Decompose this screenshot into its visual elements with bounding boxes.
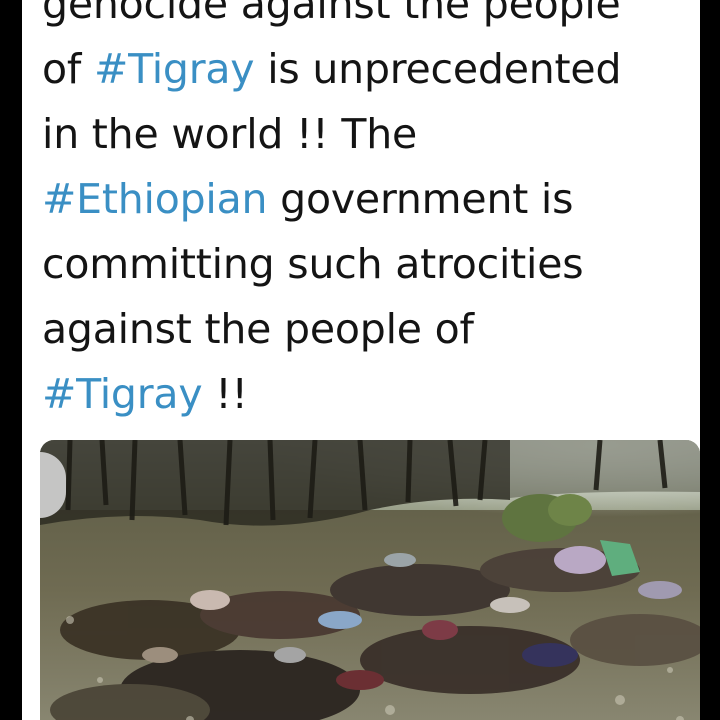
text-run: in the world !! The <box>42 110 418 158</box>
text-run: genocide against the people <box>42 0 621 28</box>
text-run: committing such atrocities <box>42 240 584 288</box>
screenshot-frame: genocide against the people of #Tigray i… <box>0 0 720 720</box>
tweet-line: in the world !! The <box>42 102 692 167</box>
hashtag-link-ethiopian[interactable]: #Ethiopian <box>42 175 268 223</box>
text-run: of <box>42 45 94 93</box>
tweet-line: #Ethiopian government is <box>42 167 692 232</box>
tweet-text: genocide against the people of #Tigray i… <box>42 0 692 427</box>
tweet-line: #Tigray !! <box>42 362 692 427</box>
text-run: is unprecedented <box>254 45 622 93</box>
tweet-line: against the people of <box>42 297 692 362</box>
tweet-line: committing such atrocities <box>42 232 692 297</box>
tweet-line: of #Tigray is unprecedented <box>42 37 692 102</box>
hashtag-link-tigray[interactable]: #Tigray <box>42 370 203 418</box>
hashtag-link-tigray[interactable]: #Tigray <box>94 45 255 93</box>
photo-image <box>40 440 700 720</box>
tweet-card: genocide against the people of #Tigray i… <box>22 0 700 720</box>
tweet-line: genocide against the people <box>42 0 692 37</box>
text-run: government is <box>267 175 574 223</box>
tweet-media-photo[interactable] <box>40 440 700 720</box>
text-run: against the people of <box>42 305 474 353</box>
text-run: !! <box>202 370 248 418</box>
